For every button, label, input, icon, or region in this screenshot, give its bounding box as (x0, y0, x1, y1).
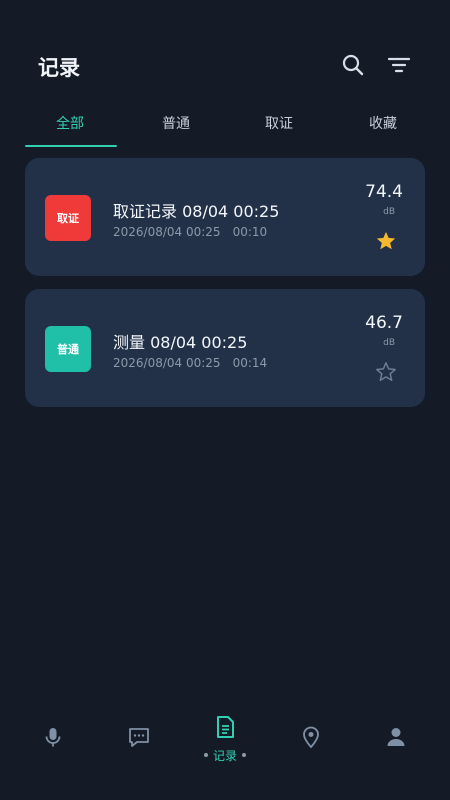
nav-dot (204, 753, 208, 757)
person-icon[interactable] (383, 724, 409, 750)
nav-dot (242, 753, 246, 757)
record-db-value: 46.7 (365, 313, 403, 333)
record-meta: 2026/08/04 00:25 00:10 (113, 225, 267, 239)
microphone-icon[interactable] (40, 724, 66, 750)
record-type-badge: 取证 (45, 195, 91, 241)
app-header: 记录 (0, 0, 450, 100)
tab-all[interactable]: 全部 (56, 113, 84, 133)
record-duration: 00:10 (232, 225, 268, 239)
record-card[interactable]: 普通 测量 08/04 00:25 2026/08/04 00:25 00:14 … (25, 289, 425, 407)
tab-normal[interactable]: 普通 (162, 113, 190, 133)
record-title: 测量 08/04 00:25 (113, 333, 248, 352)
tab-evidence[interactable]: 取证 (265, 113, 293, 133)
record-title: 取证记录 08/04 00:25 (113, 202, 280, 221)
record-db-unit: dB (383, 207, 395, 217)
nav-label-records[interactable]: 记录 (213, 747, 237, 764)
location-pin-icon[interactable] (298, 724, 324, 750)
star-filled-icon[interactable] (375, 230, 397, 252)
chat-icon[interactable] (126, 724, 152, 750)
tab-bar: 全部 普通 取证 收藏 (0, 108, 450, 150)
bottom-navigation: 记录 (0, 700, 450, 800)
active-tab-indicator (25, 145, 117, 147)
search-icon[interactable] (340, 52, 366, 78)
record-date: 2026/08/04 00:25 (113, 356, 221, 370)
page-title: 记录 (38, 56, 80, 80)
filter-icon[interactable] (386, 52, 412, 78)
star-outline-icon[interactable] (375, 361, 397, 383)
record-meta: 2026/08/04 00:25 00:14 (113, 356, 267, 370)
record-db-unit: dB (383, 338, 395, 348)
record-db-value: 74.4 (365, 182, 403, 202)
record-date: 2026/08/04 00:25 (113, 225, 221, 239)
tab-favorites[interactable]: 收藏 (369, 113, 397, 133)
document-icon[interactable] (212, 714, 238, 740)
record-card[interactable]: 取证 取证记录 08/04 00:25 2026/08/04 00:25 00:1… (25, 158, 425, 276)
record-type-badge: 普通 (45, 326, 91, 372)
record-duration: 00:14 (232, 356, 268, 370)
